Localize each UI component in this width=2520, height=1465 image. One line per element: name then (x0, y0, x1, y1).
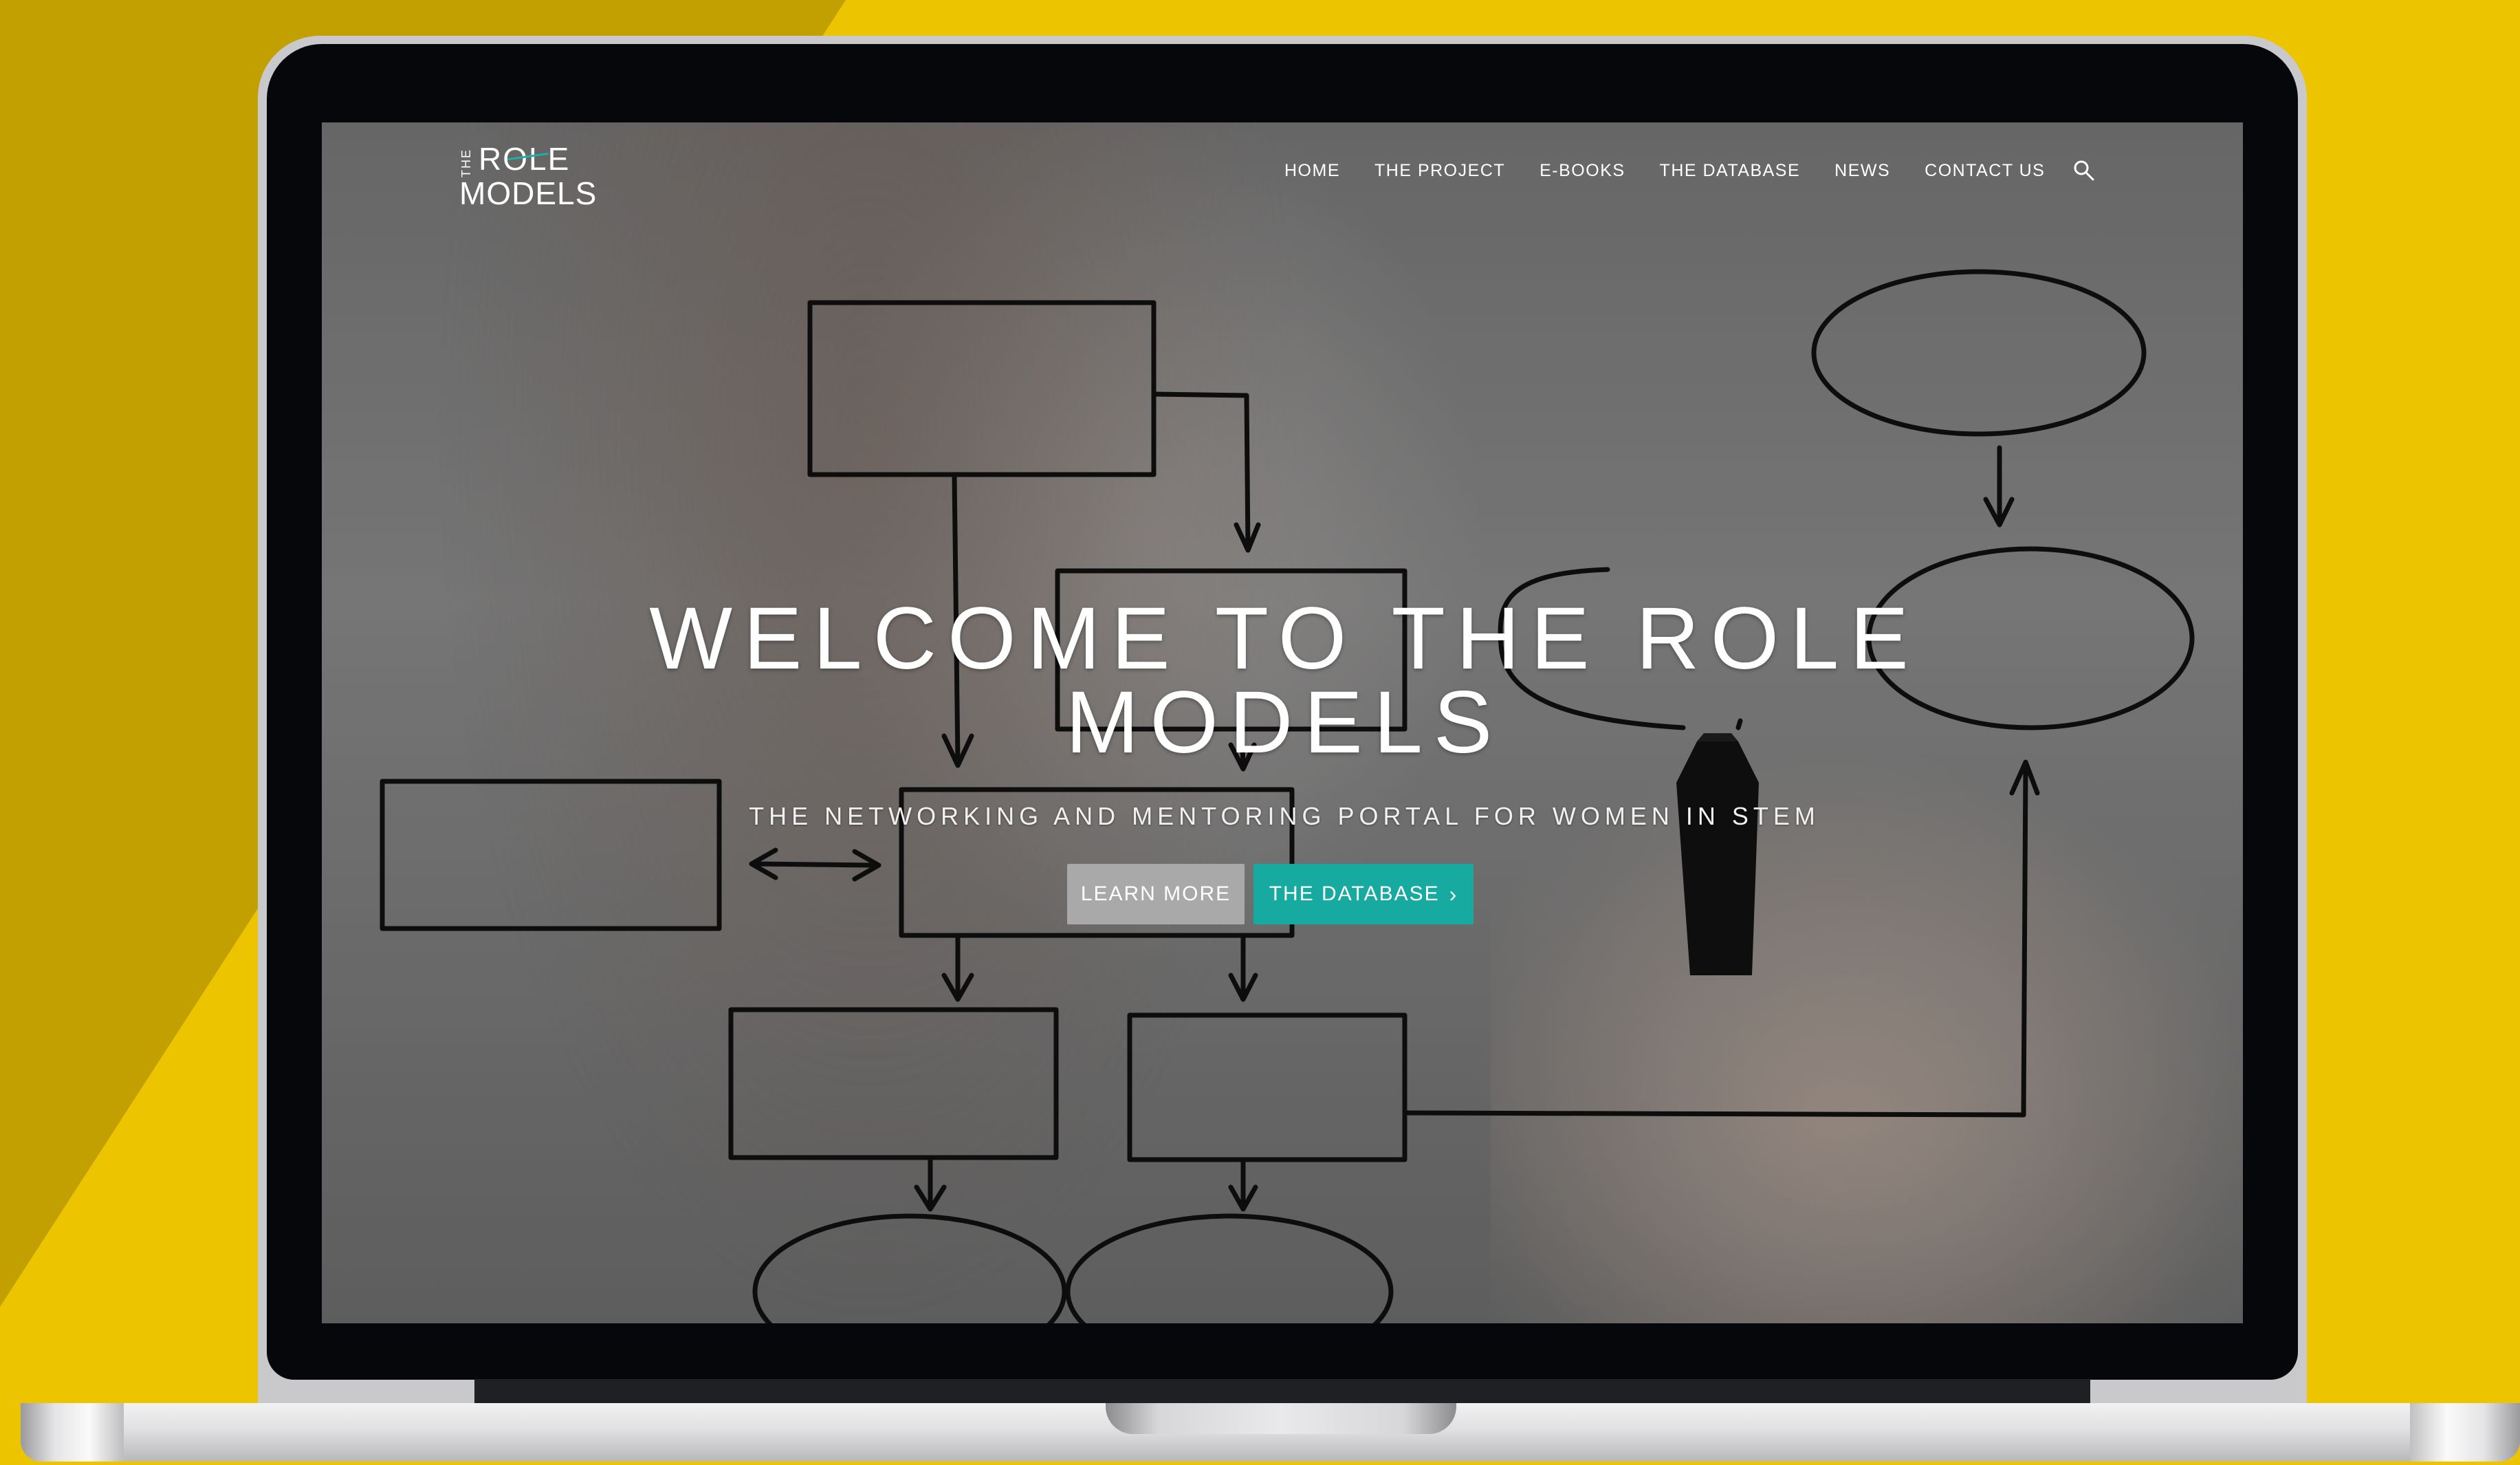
hero-title-line1: WELCOME TO THE ROLE (649, 589, 1920, 688)
browser-screen: THE ROLE MODELS HOME THE PROJECT E-BOOKS… (322, 122, 2243, 1323)
nav-the-database[interactable]: THE DATABASE (1660, 161, 1801, 181)
nav-contact-us[interactable]: CONTACT US (1925, 161, 2045, 181)
nav-news[interactable]: NEWS (1834, 161, 1890, 181)
main-nav: HOME THE PROJECT E-BOOKS THE DATABASE NE… (1284, 157, 2096, 184)
logo-the: THE (459, 149, 473, 177)
nav-e-books[interactable]: E-BOOKS (1540, 161, 1625, 181)
site-logo[interactable]: THE ROLE MODELS (459, 135, 598, 211)
search-icon[interactable] (2072, 159, 2096, 182)
learn-more-button[interactable]: LEARN MORE (1067, 864, 1245, 924)
logo-models: MODELS (459, 175, 598, 211)
logo-role: ROLE (479, 141, 571, 177)
laptop-hinge (474, 1379, 2090, 1407)
laptop-notch (1106, 1403, 1456, 1434)
nav-home[interactable]: HOME (1284, 161, 1340, 181)
the-database-button[interactable]: THE DATABASE › (1253, 864, 1473, 924)
learn-more-label: LEARN MORE (1080, 882, 1231, 905)
hero-title: WELCOME TO THE ROLE MODELS (597, 589, 1972, 772)
nav-the-project[interactable]: THE PROJECT (1374, 161, 1505, 181)
chevron-right-icon: › (1449, 881, 1458, 907)
hero-title-line2: MODELS (1065, 673, 1504, 772)
the-database-label: THE DATABASE (1269, 882, 1440, 905)
hero-subtitle: THE NETWORKING AND MENTORING PORTAL FOR … (749, 802, 1820, 830)
